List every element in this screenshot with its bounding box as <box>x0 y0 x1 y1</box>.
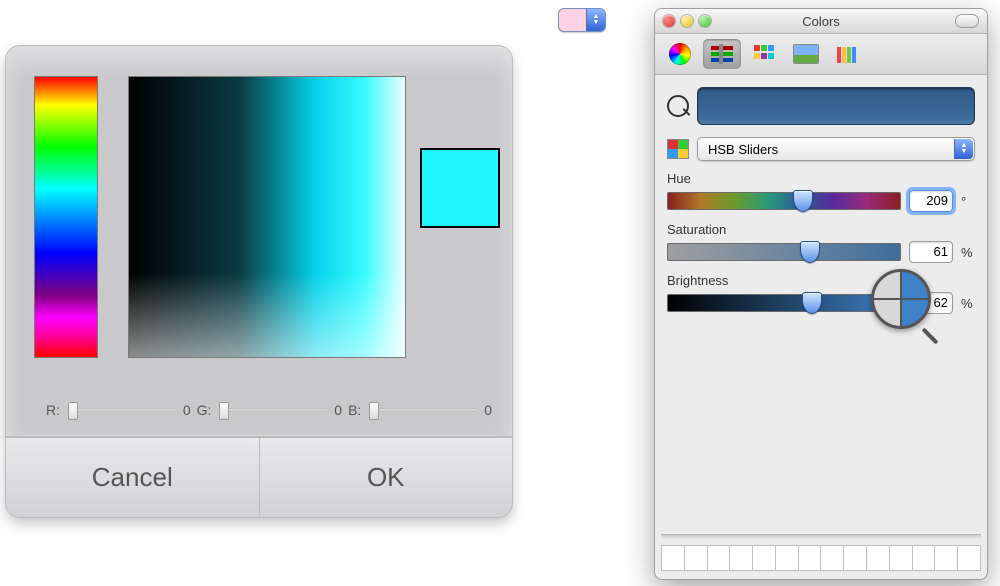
color-popup-button[interactable]: ▲▼ <box>558 8 606 32</box>
saturation-field[interactable]: 61 <box>909 241 953 263</box>
degree-unit: ° <box>961 194 975 209</box>
window-controls <box>663 15 711 27</box>
swatch-tray-cell[interactable] <box>684 545 707 571</box>
swatch-tray-cell[interactable] <box>798 545 821 571</box>
ok-button[interactable]: OK <box>259 437 513 517</box>
hue-strip[interactable] <box>34 76 98 358</box>
sliders-tab[interactable] <box>703 39 741 69</box>
swatch-tray[interactable] <box>661 545 981 571</box>
current-color-swatch <box>420 148 500 228</box>
stepper-arrows-icon: ▲▼ <box>586 9 605 31</box>
percent-unit: % <box>961 245 975 260</box>
colors-panel: Colors HSB Sliders ▲▼ Hue <box>654 8 988 580</box>
swatch-tray-cell[interactable] <box>775 545 798 571</box>
swatch-tray-cell[interactable] <box>957 545 981 571</box>
b-label: B: <box>348 402 361 418</box>
brightness-label: Brightness <box>667 273 975 288</box>
loupe-icon[interactable] <box>871 269 931 329</box>
color-model-icon[interactable] <box>667 139 689 159</box>
rgb-sliders-row: R: 0 G: 0 B: 0 <box>46 402 492 418</box>
swatch-tray-cell[interactable] <box>843 545 866 571</box>
picker-body: R: 0 G: 0 B: 0 <box>6 46 512 436</box>
saturation-label: Saturation <box>667 222 975 237</box>
close-icon[interactable] <box>663 15 675 27</box>
brightness-slider[interactable] <box>667 294 901 312</box>
brightness-group: Brightness 62 % <box>667 273 975 314</box>
r-label: R: <box>46 402 60 418</box>
tray-separator <box>661 534 981 539</box>
g-label: G: <box>197 402 212 418</box>
zoom-icon[interactable] <box>699 15 711 27</box>
image-tab[interactable] <box>787 39 825 69</box>
palettes-tab[interactable] <box>745 39 783 69</box>
hue-group: Hue 209 ° <box>667 171 975 212</box>
g-slider[interactable] <box>217 403 328 417</box>
hue-field[interactable]: 209 <box>909 190 953 212</box>
slider-model-dropdown[interactable]: HSB Sliders ▲▼ <box>697 137 975 161</box>
toolbar-toggle-button[interactable] <box>955 14 979 28</box>
dropdown-label: HSB Sliders <box>708 142 778 157</box>
swatch-tray-cell[interactable] <box>752 545 775 571</box>
swatch-tray-cell[interactable] <box>820 545 843 571</box>
color-wheel-icon <box>669 43 691 65</box>
swatch-tray-cell[interactable] <box>661 545 684 571</box>
saturation-group: Saturation 61 % <box>667 222 975 263</box>
minimize-icon[interactable] <box>681 15 693 27</box>
b-value: 0 <box>484 402 492 418</box>
saturation-field[interactable] <box>128 76 406 358</box>
selected-color-swatch[interactable] <box>697 87 975 125</box>
swatch-tray-cell[interactable] <box>934 545 957 571</box>
r-value: 0 <box>183 402 191 418</box>
hue-label: Hue <box>667 171 975 186</box>
image-icon <box>793 44 819 64</box>
r-slider[interactable] <box>66 403 177 417</box>
palette-icon <box>754 45 774 63</box>
saturation-thumb[interactable] <box>800 241 820 263</box>
swatch-tray-cell[interactable] <box>707 545 730 571</box>
dropdown-arrows-icon: ▲▼ <box>954 139 973 159</box>
sliders-icon <box>711 45 733 63</box>
color-picker-dialog: R: 0 G: 0 B: 0 Cancel OK <box>6 46 512 517</box>
titlebar[interactable]: Colors <box>655 9 987 34</box>
hue-slider[interactable] <box>667 192 901 210</box>
hue-thumb[interactable] <box>793 190 813 212</box>
swatch-tray-cell[interactable] <box>866 545 889 571</box>
brightness-thumb[interactable] <box>802 292 822 314</box>
color-wheel-tab[interactable] <box>661 39 699 69</box>
panel-body: HSB Sliders ▲▼ Hue 209 ° Saturation 61 <box>655 75 987 330</box>
b-slider[interactable] <box>367 403 478 417</box>
swatch-tray-cell[interactable] <box>912 545 935 571</box>
crayons-tab[interactable] <box>829 39 867 69</box>
g-value: 0 <box>334 402 342 418</box>
percent-unit-2: % <box>961 296 975 311</box>
crayons-icon <box>837 45 859 63</box>
cancel-button[interactable]: Cancel <box>6 437 259 517</box>
swatch-tray-cell[interactable] <box>729 545 752 571</box>
saturation-slider[interactable] <box>667 243 901 261</box>
mode-toolbar <box>655 34 987 75</box>
dialog-buttons: Cancel OK <box>6 437 512 517</box>
magnifier-icon[interactable] <box>667 95 689 117</box>
swatch-tray-cell[interactable] <box>889 545 912 571</box>
